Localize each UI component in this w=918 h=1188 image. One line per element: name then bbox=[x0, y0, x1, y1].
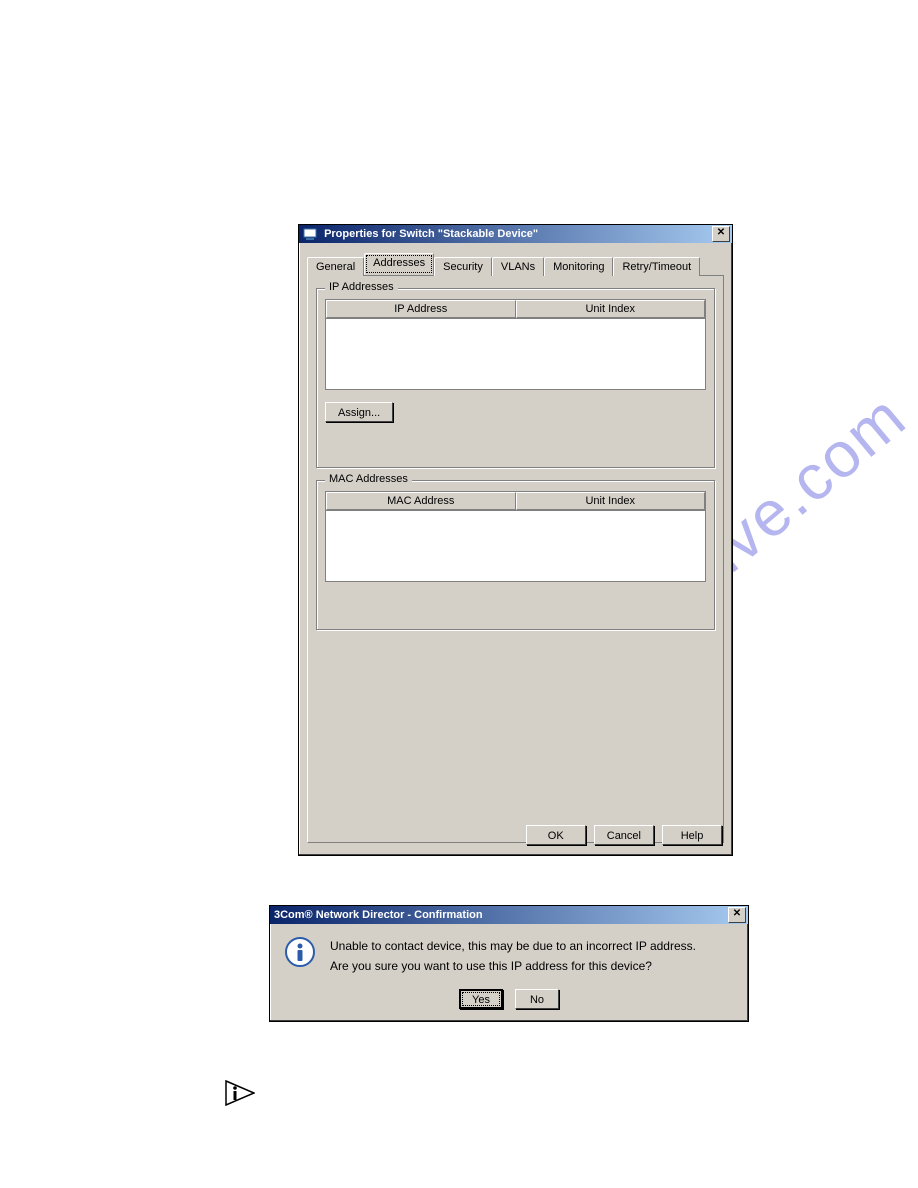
ip-col-unit-index[interactable]: Unit Index bbox=[516, 300, 706, 318]
confirm-message: Unable to contact device, this may be du… bbox=[330, 936, 696, 977]
cancel-button[interactable]: Cancel bbox=[594, 825, 654, 845]
mac-col-unit-index[interactable]: Unit Index bbox=[516, 492, 706, 510]
confirm-buttons: Yes No bbox=[270, 985, 748, 1021]
ok-button[interactable]: OK bbox=[526, 825, 586, 845]
tabstrip: General Addresses Security VLANs Monitor… bbox=[307, 255, 724, 276]
no-button[interactable]: No bbox=[515, 989, 559, 1009]
mac-table-body[interactable] bbox=[325, 511, 706, 582]
confirm-titlebar[interactable]: 3Com® Network Director - Confirmation ✕ bbox=[270, 906, 748, 924]
confirm-body: Unable to contact device, this may be du… bbox=[270, 924, 748, 985]
properties-dialog: Properties for Switch "Stackable Device"… bbox=[298, 224, 733, 856]
confirm-close-icon[interactable]: ✕ bbox=[728, 907, 746, 923]
confirm-title: 3Com® Network Director - Confirmation bbox=[274, 906, 483, 924]
mac-addresses-group: MAC Addresses MAC Address Unit Index bbox=[316, 480, 715, 630]
app-icon bbox=[303, 227, 317, 241]
ip-addresses-group: IP Addresses IP Address Unit Index Assig… bbox=[316, 288, 715, 468]
dialog-footer: OK Cancel Help bbox=[526, 825, 722, 845]
tab-general[interactable]: General bbox=[307, 257, 364, 276]
tab-monitoring[interactable]: Monitoring bbox=[544, 257, 613, 276]
help-button[interactable]: Help bbox=[662, 825, 722, 845]
note-info-icon bbox=[225, 1080, 255, 1106]
dialog-title: Properties for Switch "Stackable Device" bbox=[324, 228, 538, 240]
mac-col-address[interactable]: MAC Address bbox=[326, 492, 516, 510]
tab-retry-timeout[interactable]: Retry/Timeout bbox=[613, 257, 700, 276]
ip-table-body[interactable] bbox=[325, 319, 706, 390]
tab-addresses[interactable]: Addresses bbox=[364, 253, 434, 275]
ip-col-address[interactable]: IP Address bbox=[326, 300, 516, 318]
ip-table-header: IP Address Unit Index bbox=[325, 299, 706, 319]
info-icon bbox=[284, 936, 316, 968]
confirm-line1: Unable to contact device, this may be du… bbox=[330, 936, 696, 956]
mac-group-legend: MAC Addresses bbox=[325, 473, 412, 485]
assign-button[interactable]: Assign... bbox=[325, 402, 393, 422]
tab-vlans[interactable]: VLANs bbox=[492, 257, 544, 276]
yes-button[interactable]: Yes bbox=[459, 989, 503, 1009]
titlebar[interactable]: Properties for Switch "Stackable Device"… bbox=[299, 225, 732, 243]
tab-panel-addresses: IP Addresses IP Address Unit Index Assig… bbox=[307, 276, 724, 843]
tab-security[interactable]: Security bbox=[434, 257, 492, 276]
close-icon[interactable]: ✕ bbox=[712, 226, 730, 242]
confirmation-dialog: 3Com® Network Director - Confirmation ✕ … bbox=[269, 905, 749, 1022]
ip-group-legend: IP Addresses bbox=[325, 281, 398, 293]
mac-table-header: MAC Address Unit Index bbox=[325, 491, 706, 511]
confirm-line2: Are you sure you want to use this IP add… bbox=[330, 956, 696, 976]
